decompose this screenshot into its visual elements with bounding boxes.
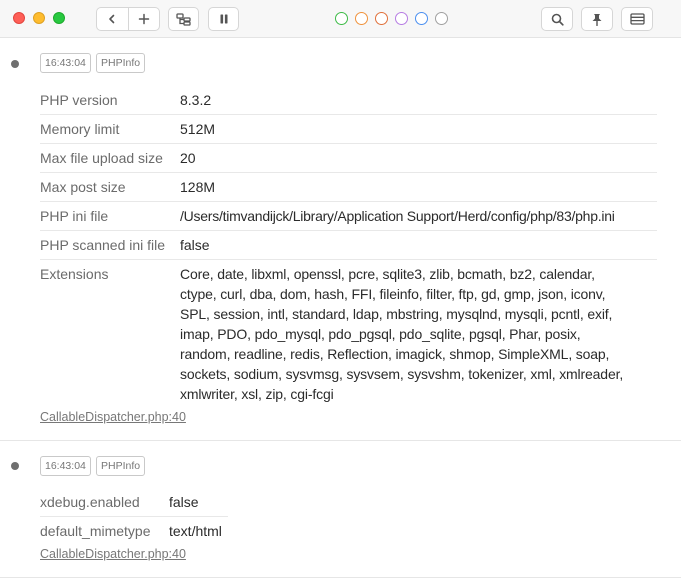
back-button[interactable] <box>97 8 128 30</box>
info-value: false <box>169 494 199 510</box>
entry-marker <box>11 60 19 68</box>
pause-button[interactable] <box>208 7 239 31</box>
color-filter-gray[interactable] <box>435 12 448 25</box>
info-row: Max post size 128M <box>40 177 215 197</box>
color-filter-green[interactable] <box>335 12 348 25</box>
list-icon <box>629 13 645 25</box>
info-key: Memory limit <box>40 121 120 137</box>
row-divider <box>40 259 657 260</box>
info-row: default_mimetype text/html <box>40 521 222 541</box>
log-list: 16:43:04 PHPInfo PHP version 8.3.2 Memor… <box>0 39 681 580</box>
extensions-line: Core, date, libxml, openssl, pcre, sqlit… <box>180 266 595 282</box>
timestamp-badge: 16:43:04 <box>40 53 91 73</box>
hierarchy-icon <box>176 12 191 26</box>
info-row: Memory limit 512M <box>40 119 215 139</box>
info-row: Extensions Core, date, libxml, openssl, … <box>40 264 623 404</box>
menu-button[interactable] <box>621 7 653 31</box>
entry-marker <box>11 462 19 470</box>
row-divider <box>40 172 657 173</box>
info-value: 20 <box>180 150 196 166</box>
extensions-list: Core, date, libxml, openssl, pcre, sqlit… <box>180 264 623 404</box>
info-value: text/html <box>169 523 222 539</box>
row-divider <box>40 516 228 517</box>
timestamp-badge: 16:43:04 <box>40 456 91 476</box>
search-icon <box>551 13 564 26</box>
extensions-line: xmlwriter, xsl, zip, cgi-fcgi <box>180 386 334 402</box>
color-filter-orange[interactable] <box>355 12 368 25</box>
extensions-line: SPL, session, intl, standard, ldap, mbst… <box>180 306 613 322</box>
row-divider <box>40 114 657 115</box>
info-value: 8.3.2 <box>180 92 212 108</box>
type-badge: PHPInfo <box>96 456 146 476</box>
info-value: 512M <box>180 121 216 137</box>
info-row: PHP scanned ini file false <box>40 235 210 255</box>
log-entry[interactable]: 16:43:04 PHPInfo xdebug.enabled false de… <box>0 441 681 578</box>
info-row: PHP ini file /Users/timvandijck/Library/… <box>40 206 657 226</box>
info-value: /Users/timvandijck/Library/Application S… <box>180 208 615 224</box>
color-filter-blue[interactable] <box>415 12 428 25</box>
extensions-line: random, readline, redis, Reflection, ima… <box>180 346 610 362</box>
log-entry[interactable]: 16:43:04 PHPInfo PHP version 8.3.2 Memor… <box>0 39 681 441</box>
search-button[interactable] <box>541 7 573 31</box>
pin-button[interactable] <box>581 7 613 31</box>
info-value: false <box>180 237 210 253</box>
info-key: default_mimetype <box>40 523 151 539</box>
info-value: 128M <box>180 179 216 195</box>
info-row: Max file upload size 20 <box>40 148 196 168</box>
plus-icon <box>138 13 149 25</box>
source-link[interactable]: CallableDispatcher.php:40 <box>40 410 186 424</box>
nav-button-group <box>96 7 160 31</box>
tree-view-button[interactable] <box>168 7 199 31</box>
pin-icon <box>592 13 602 26</box>
info-key: PHP scanned ini file <box>40 237 166 253</box>
chevron-left-icon <box>109 14 115 24</box>
extensions-line: sockets, sodium, sysvmsg, sysvsem, sysvs… <box>180 366 624 382</box>
color-filter-red[interactable] <box>375 12 388 25</box>
extensions-line: imap, PDO, pdo_mysql, pdo_pgsql, pdo_sql… <box>180 326 581 342</box>
info-key: PHP ini file <box>40 208 109 224</box>
row-divider <box>40 201 657 202</box>
info-row: PHP version 8.3.2 <box>40 90 211 110</box>
source-link[interactable]: CallableDispatcher.php:40 <box>40 547 186 561</box>
row-divider <box>40 230 657 231</box>
close-window-button[interactable] <box>13 12 25 24</box>
info-row: xdebug.enabled false <box>40 492 199 512</box>
type-badge: PHPInfo <box>96 53 146 73</box>
extensions-line: ctype, curl, dba, dom, hash, FFI, filein… <box>180 286 606 302</box>
color-filter-purple[interactable] <box>395 12 408 25</box>
info-key: Max post size <box>40 179 126 195</box>
row-divider <box>40 143 657 144</box>
info-key: Max file upload size <box>40 150 163 166</box>
info-key: PHP version <box>40 92 118 108</box>
pause-icon <box>220 14 227 24</box>
minimize-window-button[interactable] <box>33 12 45 24</box>
add-button[interactable] <box>127 8 160 30</box>
window-titlebar <box>0 0 681 38</box>
info-key: xdebug.enabled <box>40 494 140 510</box>
info-key: Extensions <box>40 266 109 282</box>
zoom-window-button[interactable] <box>53 12 65 24</box>
